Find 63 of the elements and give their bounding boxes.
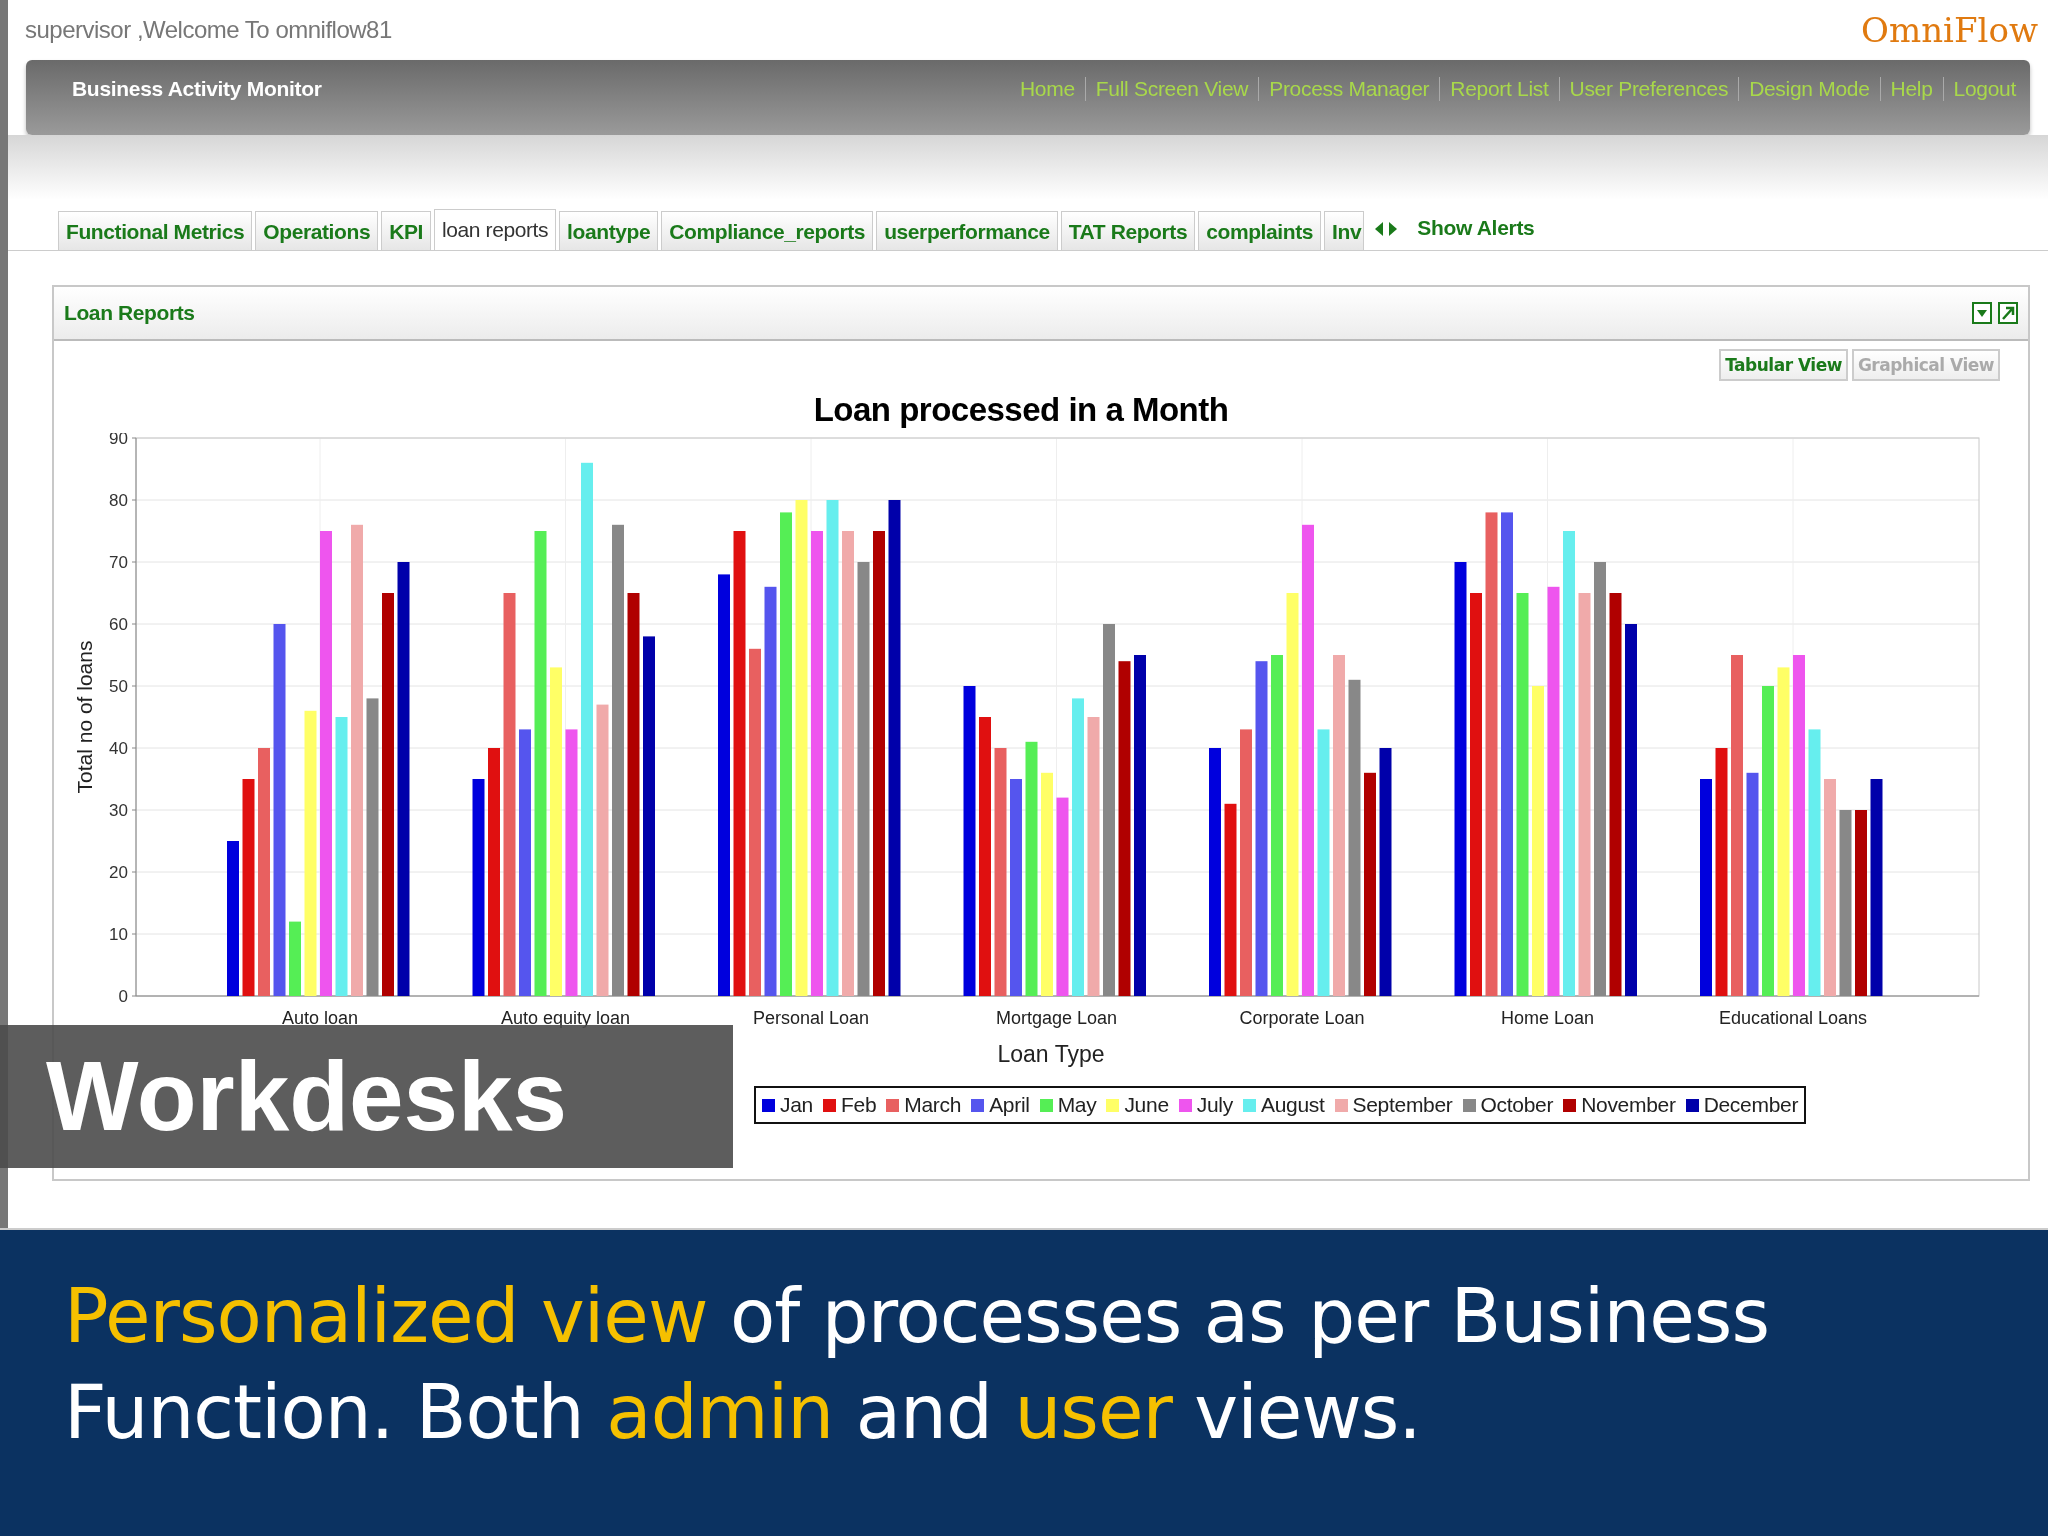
y-axis-title: Total no of loans (73, 640, 96, 794)
nav-link[interactable]: Logout (1942, 77, 2026, 101)
x-tick-label: Corporate Loan (1239, 1008, 1365, 1028)
tab[interactable]: loantype (559, 211, 659, 250)
footer-text: Function. Both admin and user views. (64, 1368, 1422, 1457)
y-tick-label: 40 (109, 739, 128, 758)
tab[interactable]: Operations (255, 211, 379, 250)
nav-link[interactable]: Design Mode (1738, 77, 1880, 101)
legend-label: Jan (780, 1093, 813, 1117)
tab[interactable]: Compliance_reports (661, 211, 874, 250)
y-tick-label: 50 (109, 677, 128, 696)
nav-link[interactable]: Help (1879, 77, 1943, 101)
y-tick-label: 80 (109, 491, 128, 510)
dropdown-icon[interactable] (1972, 302, 1992, 324)
y-tick-label: 20 (109, 863, 128, 882)
y-tick-label: 60 (109, 615, 128, 634)
x-tick-label: Personal Loan (752, 1008, 870, 1028)
logo: OmniFlow (1861, 10, 2038, 50)
legend-label: September (1352, 1093, 1453, 1117)
nav-link[interactable]: Report List (1439, 77, 1559, 101)
x-axis-title: Loan Type (996, 1041, 1106, 1068)
nav-link[interactable]: Full Screen View (1084, 77, 1259, 101)
footer-text: Personalized view of processes as per Business (64, 1272, 1770, 1361)
tab[interactable]: loan reports (434, 209, 557, 250)
app-title: Business Activity Monitor (72, 77, 323, 101)
tab[interactable]: userperformance (876, 211, 1058, 250)
scroll-right-icon[interactable] (1389, 222, 1398, 236)
legend-label: April (989, 1093, 1030, 1117)
x-tick-label: Home Loan (1500, 1008, 1595, 1028)
tab[interactable]: TAT Reports (1060, 211, 1196, 250)
legend-label: October (1480, 1093, 1554, 1117)
y-tick-label: 70 (109, 553, 128, 572)
legend-label: August (1260, 1093, 1325, 1117)
tab[interactable]: Functional Metrics (58, 211, 253, 250)
x-tick-label: Auto loan (281, 1008, 359, 1028)
x-tick-label: Mortgage Loan (995, 1008, 1118, 1028)
nav-link[interactable]: Home (1009, 77, 1085, 101)
show-alerts-link[interactable]: Show Alerts (1417, 216, 1535, 240)
legend-label: March (904, 1093, 962, 1117)
legend-label: June (1124, 1093, 1169, 1117)
panel-title: Loan Reports (64, 301, 195, 325)
y-tick-label: 10 (109, 925, 128, 944)
tab[interactable]: KPI (381, 211, 431, 250)
y-tick-label: 90 (109, 433, 128, 448)
tab[interactable]: complaints (1198, 211, 1322, 250)
expand-icon[interactable] (1998, 302, 2018, 324)
legend-label: Feb (840, 1093, 877, 1117)
scroll-left-icon[interactable] (1375, 222, 1384, 236)
slide-caption: Workdesks (46, 1040, 568, 1153)
legend-label: May (1057, 1093, 1097, 1117)
nav-link[interactable]: User Preferences (1558, 77, 1739, 101)
x-tick-label: Educational Loans (1718, 1008, 1868, 1028)
legend-label: November (1581, 1093, 1676, 1117)
legend-label: July (1196, 1093, 1233, 1117)
nav-link[interactable]: Process Manager (1258, 77, 1440, 101)
welcome-text: supervisor ,Welcome To omniflow81 (25, 16, 392, 44)
chart-title: Loan processed in a Month (812, 391, 1230, 429)
tab[interactable]: Inv (1324, 211, 1365, 250)
y-tick-label: 0 (118, 987, 128, 1006)
y-tick-label: 30 (109, 801, 128, 820)
x-tick-label: Auto equity loan (500, 1008, 631, 1028)
legend-label: December (1703, 1093, 1799, 1117)
view-toggle-button[interactable]: Tabular View (1719, 349, 1848, 381)
